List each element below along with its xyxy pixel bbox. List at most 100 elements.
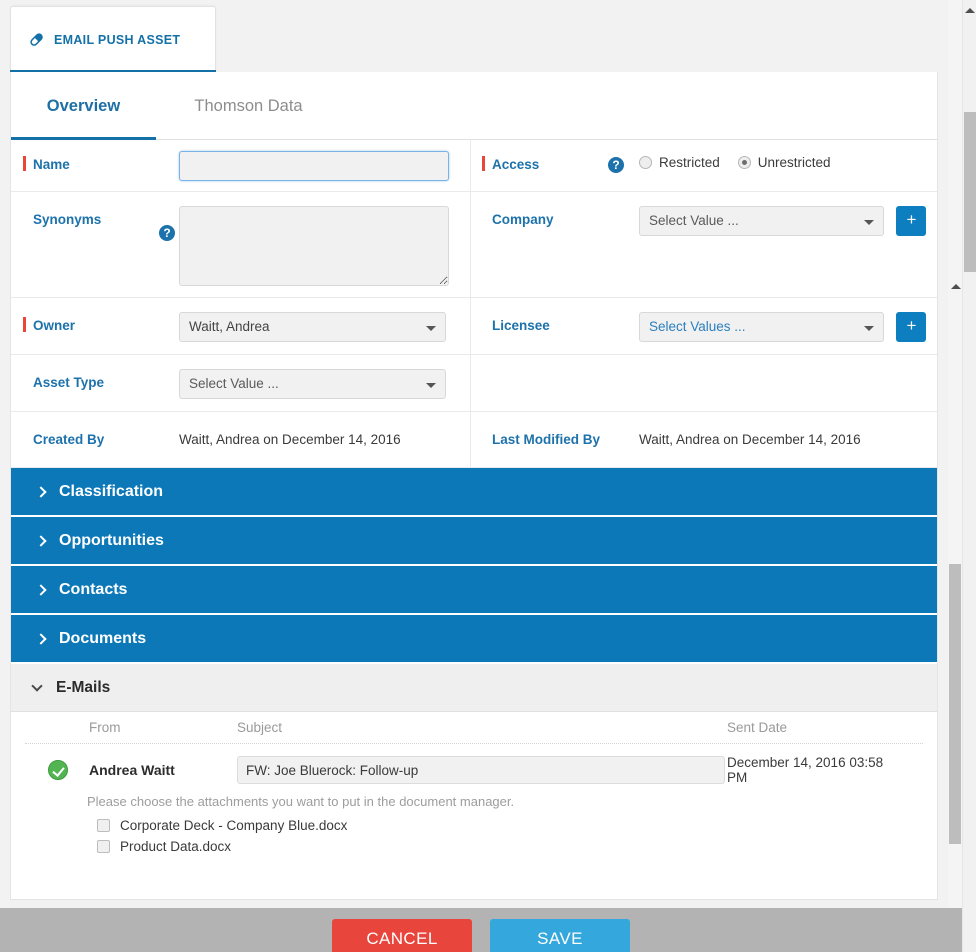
section-header-emails[interactable]: E-Mails bbox=[11, 664, 937, 712]
section-header-contacts[interactable]: Contacts bbox=[11, 566, 937, 615]
cancel-button[interactable]: CANCEL bbox=[332, 919, 472, 952]
field-created-by: Created By Waitt, Andrea on December 14,… bbox=[11, 412, 471, 467]
emails-table-header: From Subject Sent Date bbox=[25, 720, 923, 744]
asset-type-select[interactable]: Select Value ... bbox=[179, 369, 446, 399]
asset-tab-label: EMAIL PUSH ASSET bbox=[54, 32, 181, 47]
synonyms-textarea[interactable] bbox=[179, 206, 449, 286]
emails-header-sent-date: Sent Date bbox=[727, 720, 788, 735]
created-by-control: Waitt, Andrea on December 14, 2016 bbox=[179, 426, 470, 447]
last-modified-by-value: Waitt, Andrea on December 14, 2016 bbox=[639, 432, 861, 447]
field-company: Company Select Value ... + bbox=[471, 192, 937, 297]
last-modified-by-label-wrap: Last Modified By bbox=[471, 426, 639, 447]
field-last-modified-by: Last Modified By Waitt, Andrea on Decemb… bbox=[471, 412, 937, 467]
detail-tab-strip: Overview Thomson Data bbox=[11, 72, 937, 140]
field-name: Name bbox=[11, 140, 471, 191]
access-radio-unrestricted[interactable] bbox=[737, 156, 751, 169]
tab-thomson-data[interactable]: Thomson Data bbox=[156, 72, 341, 140]
form-row-name-access: Name Access ? Restricted Unrestricted bbox=[11, 140, 937, 192]
attachment-checkbox-0[interactable] bbox=[97, 819, 110, 832]
owner-control: Waitt, Andrea bbox=[179, 312, 470, 342]
scroll-up-arrow-icon[interactable] bbox=[951, 284, 961, 289]
company-label-wrap: Company bbox=[471, 206, 639, 227]
company-add-button[interactable]: + bbox=[896, 206, 927, 236]
created-by-label-wrap: Created By bbox=[11, 426, 179, 447]
chevron-right-icon bbox=[35, 534, 47, 547]
chevron-right-icon bbox=[35, 632, 47, 645]
name-input[interactable] bbox=[179, 151, 449, 181]
outer-scrollbar-thumb[interactable] bbox=[964, 112, 976, 272]
email-subject-input[interactable] bbox=[237, 756, 725, 784]
synonyms-label: Synonyms bbox=[33, 212, 102, 227]
email-sent-date: December 14, 2016 03:58 PM bbox=[727, 755, 884, 785]
tab-overview[interactable]: Overview bbox=[11, 72, 156, 140]
access-control: Restricted Unrestricted bbox=[639, 151, 937, 170]
section-header-opportunities[interactable]: Opportunities bbox=[11, 517, 937, 566]
owner-label: Owner bbox=[33, 318, 76, 333]
inner-scrollbar-thumb[interactable] bbox=[949, 564, 961, 844]
section-header-classification[interactable]: Classification bbox=[11, 468, 937, 517]
form-row-asset-type: Asset Type Select Value ... bbox=[11, 355, 937, 412]
licensee-add-button[interactable]: + bbox=[896, 312, 927, 342]
access-required-marker bbox=[482, 156, 485, 171]
name-label: Name bbox=[33, 157, 70, 172]
field-asset-type-spacer bbox=[471, 355, 937, 411]
access-label-wrap: Access ? bbox=[471, 151, 639, 173]
asset-type-label: Asset Type bbox=[33, 375, 105, 390]
tab-overview-label: Overview bbox=[46, 96, 121, 115]
field-licensee: Licensee Select Values ... + bbox=[471, 298, 937, 354]
access-label-unrestricted: Unrestricted bbox=[757, 155, 831, 170]
created-by-label: Created By bbox=[33, 432, 105, 447]
access-radio-group: Restricted Unrestricted bbox=[639, 151, 927, 170]
chevron-down-icon bbox=[864, 220, 874, 225]
owner-select[interactable]: Waitt, Andrea bbox=[179, 312, 446, 342]
licensee-select[interactable]: Select Values ... bbox=[639, 312, 884, 342]
licensee-select-value: Select Values ... bbox=[649, 319, 746, 334]
section-title-classification: Classification bbox=[59, 482, 164, 500]
section-header-documents[interactable]: Documents bbox=[11, 615, 937, 664]
emails-panel: From Subject Sent Date Andrea Waitt Dece… bbox=[11, 712, 937, 864]
attachment-checkbox-1[interactable] bbox=[97, 840, 110, 853]
field-synonyms: Synonyms ? bbox=[11, 192, 471, 297]
company-control: Select Value ... + bbox=[639, 206, 937, 236]
chevron-down-icon bbox=[426, 383, 436, 388]
emails-header-subject: Subject bbox=[237, 720, 283, 735]
last-modified-by-control: Waitt, Andrea on December 14, 2016 bbox=[639, 426, 937, 447]
licensee-label: Licensee bbox=[492, 318, 550, 333]
form-row-audit: Created By Waitt, Andrea on December 14,… bbox=[11, 412, 937, 468]
email-row-main: Andrea Waitt December 14, 2016 03:58 PM bbox=[25, 744, 923, 785]
section-title-opportunities: Opportunities bbox=[59, 531, 164, 549]
access-label-restricted: Restricted bbox=[659, 155, 720, 170]
chevron-down-icon bbox=[31, 680, 43, 692]
access-radio-restricted[interactable] bbox=[639, 156, 652, 169]
section-title-contacts: Contacts bbox=[59, 580, 128, 598]
attachment-item: Corporate Deck - Company Blue.docx bbox=[25, 812, 923, 833]
synonyms-help-icon[interactable]: ? bbox=[159, 225, 175, 241]
owner-required-marker bbox=[23, 317, 26, 332]
table-row: Andrea Waitt December 14, 2016 03:58 PM … bbox=[25, 744, 923, 854]
owner-select-value: Waitt, Andrea bbox=[189, 319, 270, 334]
name-control bbox=[179, 151, 470, 181]
section-title-emails: E-Mails bbox=[56, 678, 111, 696]
email-subject-cell bbox=[237, 756, 727, 784]
inner-scrollbar[interactable] bbox=[948, 0, 962, 908]
outer-scrollbar[interactable] bbox=[962, 0, 976, 952]
attachment-label-1: Product Data.docx bbox=[120, 839, 232, 854]
section-title-documents: Documents bbox=[59, 629, 147, 647]
form-row-synonyms-company: Synonyms ? Company Select Value ... + bbox=[11, 192, 937, 298]
save-button[interactable]: SAVE bbox=[490, 919, 630, 952]
synonyms-label-wrap: Synonyms ? bbox=[11, 206, 179, 241]
chevron-down-icon bbox=[426, 326, 436, 331]
licensee-label-wrap: Licensee bbox=[471, 312, 639, 333]
asset-tab-email-push-asset[interactable]: EMAIL PUSH ASSET bbox=[10, 6, 216, 72]
chevron-right-icon bbox=[35, 583, 47, 596]
access-help-icon[interactable]: ? bbox=[608, 157, 624, 173]
action-footer: CANCEL SAVE bbox=[0, 908, 962, 952]
scroll-up-arrow-icon[interactable] bbox=[965, 8, 975, 13]
chevron-down-icon bbox=[864, 326, 874, 331]
name-label-wrap: Name bbox=[11, 151, 179, 172]
licensee-control: Select Values ... + bbox=[639, 312, 937, 342]
company-select[interactable]: Select Value ... bbox=[639, 206, 884, 236]
field-asset-type: Asset Type Select Value ... bbox=[11, 355, 471, 411]
tab-thomson-data-label: Thomson Data bbox=[194, 96, 303, 115]
emails-header-status bbox=[25, 720, 89, 735]
